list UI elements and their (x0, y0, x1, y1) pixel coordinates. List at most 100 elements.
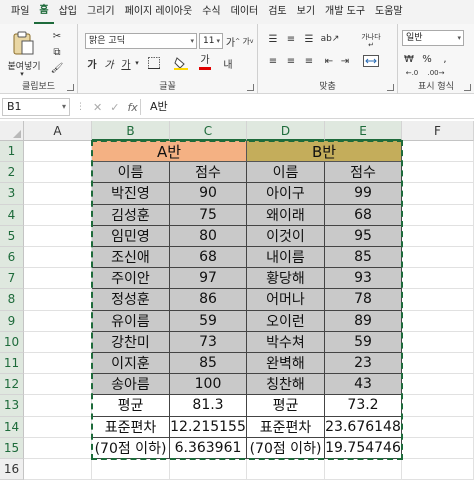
table-header-cell[interactable]: 이름 (92, 162, 170, 184)
cell-A5[interactable] (24, 225, 92, 247)
row-header-1[interactable]: 1 (0, 141, 24, 163)
cancel-icon[interactable]: ✕ (93, 101, 102, 114)
stats-cell[interactable]: (70점 이하) (247, 437, 325, 459)
tab-1[interactable]: 홈 (34, 0, 54, 24)
row-header-12[interactable]: 12 (0, 374, 24, 396)
orientation-icon[interactable]: ab↗ (321, 32, 340, 46)
row-header-9[interactable]: 9 (0, 310, 24, 332)
column-header-F[interactable]: F (402, 121, 474, 141)
table-cell[interactable]: 이지훈 (92, 353, 170, 375)
stats-cell[interactable]: 73.2 (325, 395, 402, 417)
tab-3[interactable]: 그리기 (82, 0, 120, 24)
table-cell[interactable]: 내이름 (247, 247, 325, 269)
table-cell[interactable]: 80 (170, 225, 247, 247)
cell-A15[interactable] (24, 437, 92, 459)
row-header-14[interactable]: 14 (0, 416, 24, 438)
number-format-select[interactable]: 일반 ▾ (402, 30, 464, 46)
table-header-cell[interactable]: 점수 (170, 162, 247, 184)
table-cell[interactable]: 박수쳐 (247, 331, 325, 353)
formula-input[interactable]: A반 (150, 98, 168, 116)
table-cell[interactable]: 강찬미 (92, 331, 170, 353)
align-center-icon[interactable]: ≡ (284, 54, 298, 68)
stats-cell[interactable]: 표준편차 (92, 416, 170, 438)
column-header-E[interactable]: E (325, 121, 402, 141)
cell-F15[interactable] (402, 437, 474, 459)
cell-F3[interactable] (402, 183, 474, 205)
cell-E16[interactable] (325, 459, 402, 480)
group-b-header[interactable]: B반 (247, 141, 402, 163)
row-header-8[interactable]: 8 (0, 289, 24, 311)
cell-A8[interactable] (24, 289, 92, 311)
cell-F10[interactable] (402, 331, 474, 353)
phonetic-icon[interactable]: 내 (220, 55, 236, 71)
copy-icon[interactable]: ⧉ (50, 45, 64, 59)
table-cell[interactable]: 89 (325, 310, 402, 332)
currency-icon[interactable]: ₩ (402, 52, 416, 66)
table-cell[interactable]: 주이안 (92, 268, 170, 290)
table-cell[interactable]: 85 (170, 353, 247, 375)
font-size-select[interactable]: 11 ▾ (199, 33, 223, 49)
cell-A13[interactable] (24, 395, 92, 417)
align-middle-icon[interactable]: ≡ (284, 32, 298, 46)
cell-A9[interactable] (24, 310, 92, 332)
stats-cell[interactable]: 6.363961 (170, 437, 247, 459)
number-launcher-icon[interactable] (464, 84, 471, 91)
table-cell[interactable]: 97 (170, 268, 247, 290)
row-header-11[interactable]: 11 (0, 353, 24, 375)
tab-9[interactable]: 개발 도구 (320, 0, 370, 24)
table-cell[interactable]: 오이런 (247, 310, 325, 332)
font-color-icon[interactable]: 가 (196, 53, 214, 71)
tab-7[interactable]: 검토 (263, 0, 291, 24)
stats-cell[interactable]: 19.754746 (325, 437, 402, 459)
cell-A2[interactable] (24, 162, 92, 184)
tab-10[interactable]: 도움말 (370, 0, 408, 24)
table-cell[interactable]: 78 (325, 289, 402, 311)
cell-A11[interactable] (24, 353, 92, 375)
table-cell[interactable]: 90 (170, 183, 247, 205)
table-cell[interactable]: 정성훈 (92, 289, 170, 311)
increase-decimal-icon[interactable]: ←.0 (402, 68, 422, 78)
cell-F7[interactable] (402, 268, 474, 290)
cell-A14[interactable] (24, 416, 92, 438)
tab-2[interactable]: 삽입 (54, 0, 82, 24)
cut-icon[interactable]: ✂ (50, 29, 64, 43)
row-header-15[interactable]: 15 (0, 437, 24, 459)
stats-cell[interactable]: 12.215155 (170, 416, 247, 438)
stats-cell[interactable]: 표준편차 (247, 416, 325, 438)
table-cell[interactable]: 68 (170, 247, 247, 269)
underline-button[interactable]: 가 (119, 55, 133, 71)
row-header-7[interactable]: 7 (0, 268, 24, 290)
stats-cell[interactable]: 평균 (247, 395, 325, 417)
table-cell[interactable]: 완벽해 (247, 353, 325, 375)
column-header-D[interactable]: D (247, 121, 325, 141)
font-name-select[interactable]: 맑은 고딕 ▾ (85, 33, 197, 49)
italic-button[interactable]: 가 (102, 55, 116, 71)
align-top-icon[interactable]: ☰ (266, 32, 280, 46)
cell-A3[interactable] (24, 183, 92, 205)
cell-F1[interactable] (402, 141, 474, 163)
table-cell[interactable]: 68 (325, 204, 402, 226)
merge-center-icon[interactable] (358, 54, 384, 68)
column-header-C[interactable]: C (170, 121, 247, 141)
clipboard-launcher-icon[interactable] (67, 84, 74, 91)
table-cell[interactable]: 75 (170, 204, 247, 226)
cell-F4[interactable] (402, 204, 474, 226)
cell-A4[interactable] (24, 204, 92, 226)
cell-F8[interactable] (402, 289, 474, 311)
cell-C16[interactable] (170, 459, 247, 480)
table-cell[interactable]: 99 (325, 183, 402, 205)
table-cell[interactable]: 박진영 (92, 183, 170, 205)
stats-cell[interactable]: 평균 (92, 395, 170, 417)
row-header-2[interactable]: 2 (0, 162, 24, 184)
decrease-decimal-icon[interactable]: .00→ (426, 68, 446, 78)
shrink-font-icon[interactable]: 가v (241, 33, 255, 49)
align-right-icon[interactable]: ≡ (302, 54, 316, 68)
cell-A1[interactable] (24, 141, 92, 163)
row-header-3[interactable]: 3 (0, 183, 24, 205)
cell-F11[interactable] (402, 353, 474, 375)
table-cell[interactable]: 100 (170, 374, 247, 396)
tab-5[interactable]: 수식 (197, 0, 225, 24)
table-cell[interactable]: 칭찬해 (247, 374, 325, 396)
cell-A7[interactable] (24, 268, 92, 290)
align-launcher-icon[interactable] (387, 84, 394, 91)
